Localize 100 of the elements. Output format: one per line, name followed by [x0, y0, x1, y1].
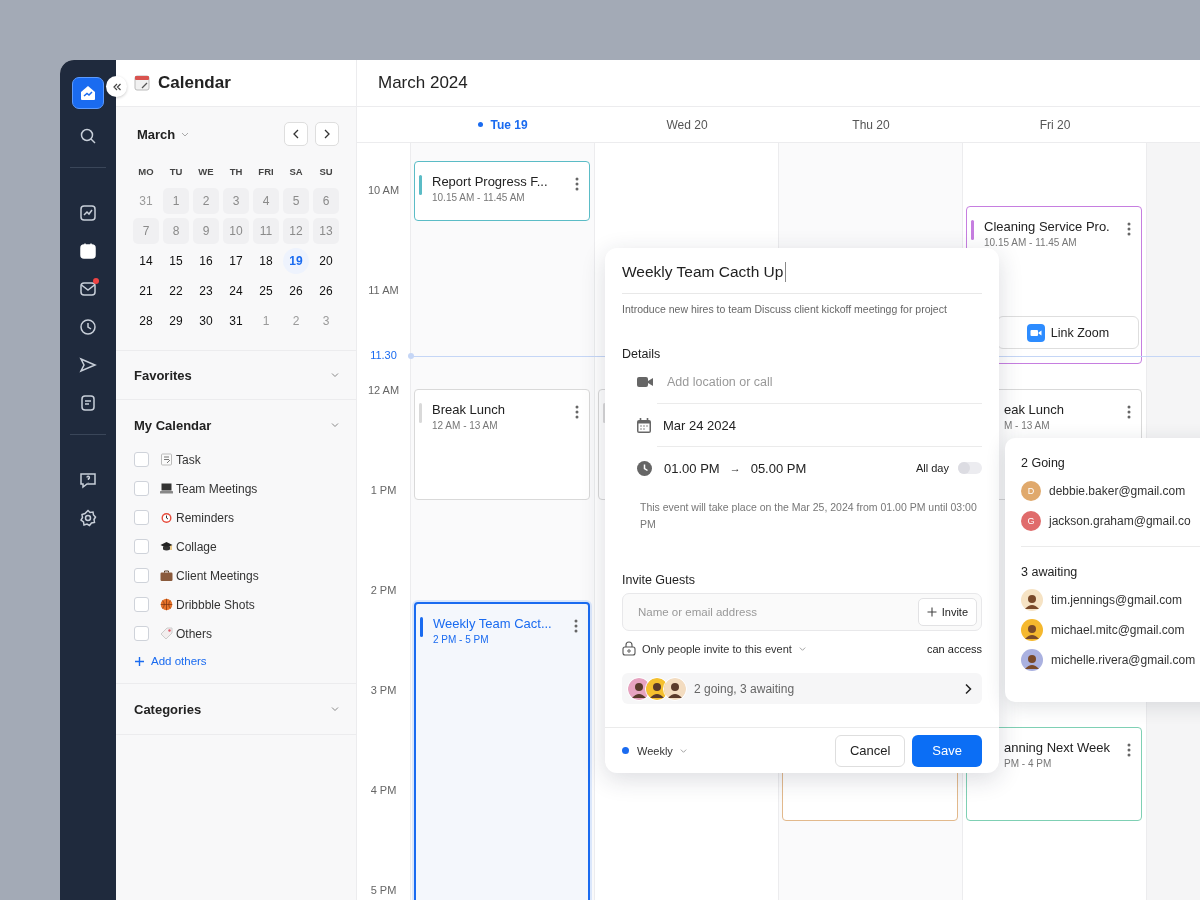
- notepad-icon: [160, 453, 173, 466]
- start-time[interactable]: 01.00 PM: [664, 460, 720, 476]
- calendar-day[interactable]: 19: [283, 248, 309, 274]
- time-label: 10 AM: [366, 184, 401, 196]
- app-logo[interactable]: [72, 77, 104, 109]
- calendar-day[interactable]: 16: [193, 248, 219, 274]
- checkbox[interactable]: [134, 626, 149, 641]
- calendar-day[interactable]: 29: [163, 308, 189, 334]
- graduation-cap-icon: [160, 540, 173, 553]
- awaiting-heading: 3 awaiting: [1021, 565, 1079, 579]
- event-title: Cleaning Service Pro.: [984, 219, 1111, 234]
- checkbox[interactable]: [134, 481, 149, 496]
- invite-button[interactable]: Invite: [917, 598, 977, 626]
- calendar-label: Client Meetings: [176, 568, 259, 583]
- checkbox[interactable]: [134, 510, 149, 525]
- weekday-label: MO: [137, 164, 155, 179]
- link-zoom-button[interactable]: Link Zoom: [997, 316, 1139, 349]
- checkbox[interactable]: [134, 452, 149, 467]
- all-day-toggle[interactable]: [958, 462, 982, 474]
- calendar-day[interactable]: 25: [253, 278, 279, 304]
- chevron-right-icon: [964, 682, 972, 695]
- event-card[interactable]: Break Lunch 12 AM - 13 AM: [414, 389, 590, 500]
- calendar-label: Task: [176, 452, 201, 467]
- double-chevron-left-icon: [111, 81, 122, 92]
- calendar-day[interactable]: 24: [223, 278, 249, 304]
- calendar-label: Reminders: [176, 510, 235, 525]
- month-dropdown[interactable]: March: [137, 126, 191, 142]
- event-title: anning Next Week: [1004, 740, 1111, 755]
- repeat-dropdown[interactable]: Weekly: [622, 744, 688, 757]
- day-header[interactable]: Fri 20: [963, 107, 1147, 142]
- day-header[interactable]: Tue 19: [411, 107, 595, 142]
- going-heading: 2 Going: [1021, 456, 1066, 470]
- cancel-button[interactable]: Cancel: [834, 734, 906, 767]
- calendar-day[interactable]: 15: [163, 248, 189, 274]
- event-title: eak Lunch: [1004, 402, 1065, 417]
- calendar-day[interactable]: 17: [223, 248, 249, 274]
- checkbox[interactable]: [134, 539, 149, 554]
- notepad-icon: [134, 75, 150, 91]
- more-icon[interactable]: [1127, 405, 1131, 419]
- weekday-label: TU: [168, 164, 184, 179]
- more-icon[interactable]: [1127, 743, 1131, 757]
- time-label: 4 PM: [369, 784, 398, 796]
- checkbox[interactable]: [134, 597, 149, 612]
- more-icon[interactable]: [575, 405, 579, 419]
- weekday-label: SA: [288, 164, 304, 179]
- end-time[interactable]: 05.00 PM: [750, 460, 807, 476]
- calendar-day[interactable]: 14: [133, 248, 159, 274]
- add-others-link[interactable]: Add others: [134, 655, 207, 667]
- arrow-glyph: →: [729, 462, 741, 474]
- calendar-day[interactable]: 26: [313, 278, 339, 304]
- avatar-icon: [663, 676, 687, 701]
- section-title: Favorites: [134, 367, 192, 383]
- guests-summary-button[interactable]: 2 going, 3 awaiting: [622, 673, 982, 704]
- section-title: Details: [622, 347, 662, 361]
- location-field[interactable]: Add location or call: [665, 374, 982, 390]
- more-icon[interactable]: [575, 177, 579, 191]
- calendar-day[interactable]: 30: [193, 308, 219, 334]
- event-card[interactable]: Report Progress F... 10.15 AM - 11.45 AM: [414, 161, 590, 221]
- calendar-day[interactable]: 26: [283, 278, 309, 304]
- current-time-label: 11.30: [369, 349, 398, 361]
- section-title: Invite Guests: [622, 573, 696, 587]
- video-camera-icon: [637, 375, 653, 389]
- clock-icon: [637, 460, 652, 476]
- calendar-day[interactable]: 22: [163, 278, 189, 304]
- weekday-label: FRI: [257, 164, 275, 179]
- access-dropdown[interactable]: Only people invite to this event: [642, 642, 807, 655]
- weekday-label: WE: [197, 164, 215, 179]
- event-title: Report Progress F...: [432, 174, 549, 189]
- save-button[interactable]: Save: [912, 734, 982, 767]
- checkbox[interactable]: [134, 568, 149, 583]
- more-icon[interactable]: [1127, 222, 1131, 236]
- event-card[interactable]: anning Next Week PM - 4 PM: [966, 727, 1142, 821]
- day-header[interactable]: Thu 20: [779, 107, 963, 142]
- calendar-day[interactable]: 23: [193, 278, 219, 304]
- time-label: 3 PM: [369, 684, 398, 696]
- more-icon[interactable]: [574, 619, 578, 633]
- guest-email: michelle.rivera@gmail.com: [1051, 653, 1196, 667]
- calendar-day[interactable]: 31: [223, 308, 249, 334]
- event-title: Weekly Team Cact...: [433, 616, 553, 631]
- day-header[interactable]: Wed 20: [595, 107, 779, 142]
- time-label: 1 PM: [369, 484, 398, 496]
- event-card[interactable]: Weekly Team Cact... 2 PM - 5 PM: [414, 602, 590, 900]
- calendar-label: Others: [176, 626, 212, 641]
- calendar-day[interactable]: 18: [253, 248, 279, 274]
- title-field[interactable]: Weekly Team Cacth Up: [622, 262, 982, 294]
- event-time: PM - 4 PM: [1004, 758, 1053, 769]
- event-time: 12 AM - 13 AM: [432, 420, 499, 431]
- calendar-label: Dribbble Shots: [176, 597, 255, 612]
- event-date[interactable]: Mar 24 2024: [663, 417, 736, 433]
- invite-field[interactable]: Name or email address Invite: [622, 593, 982, 631]
- event-title: Break Lunch: [432, 402, 506, 417]
- calendar-day[interactable]: 21: [133, 278, 159, 304]
- calendar-label: Collage: [176, 539, 217, 554]
- time-label: 5 PM: [369, 884, 398, 896]
- calendar-day[interactable]: 20: [313, 248, 339, 274]
- calendar-day[interactable]: 28: [133, 308, 159, 334]
- event-description: Introduce new hires to team Discuss client kickoff meetingg for project: [622, 303, 948, 315]
- event-time: 10.15 AM - 11.45 AM: [984, 237, 1078, 248]
- time-label: 11 AM: [367, 284, 400, 296]
- page-title: March 2024: [378, 73, 468, 93]
